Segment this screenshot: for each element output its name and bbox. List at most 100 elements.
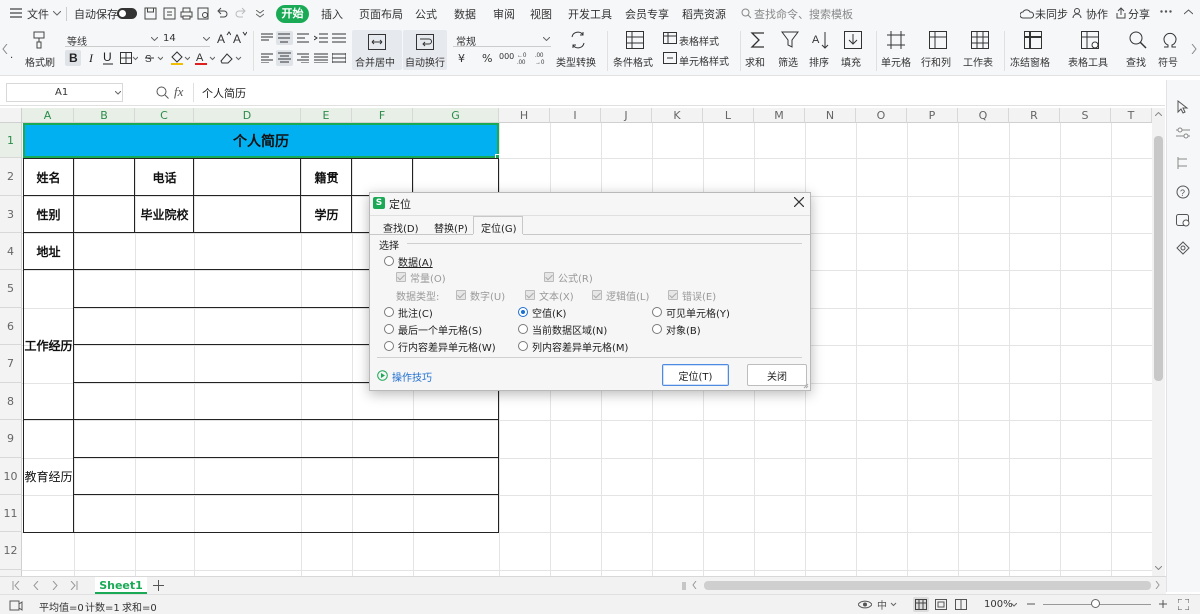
font-size-select[interactable]: 14	[160, 31, 210, 47]
column-header[interactable]: H	[499, 108, 550, 123]
next-sheet-icon[interactable]	[52, 581, 58, 590]
select-all-corner[interactable]	[0, 108, 22, 123]
play-tips-icon[interactable]	[377, 370, 388, 381]
collapse-ribbon-icon[interactable]	[1184, 9, 1193, 15]
radio-visible-cells[interactable]	[652, 307, 662, 317]
tab-view[interactable]: 视图	[530, 6, 552, 22]
conditional-format-icon[interactable]	[626, 31, 644, 49]
column-header[interactable]: M	[754, 108, 805, 123]
radio-col-diff-label[interactable]: 列内容差异单元格(M)	[532, 339, 628, 354]
name-box[interactable]: A1	[6, 83, 123, 102]
fill-button[interactable]: 填充	[841, 54, 861, 69]
scroll-up-icon[interactable]	[1155, 112, 1162, 116]
table-tools-icon[interactable]	[1081, 31, 1099, 49]
sum-icon[interactable]	[749, 31, 767, 49]
currency-button[interactable]: ¥	[458, 52, 465, 65]
tab-home[interactable]: 开始	[276, 5, 309, 23]
tips-link[interactable]: 操作技巧	[392, 369, 432, 384]
radio-row-diff[interactable]	[384, 341, 394, 351]
row-header[interactable]: 12	[0, 532, 22, 570]
justify-icon[interactable]	[314, 53, 328, 63]
image-tool-icon[interactable]	[1176, 213, 1190, 227]
horizontal-scrollbar-thumb[interactable]	[704, 581, 1151, 590]
zoom-slider-thumb[interactable]	[1091, 599, 1100, 608]
vertical-scrollbar[interactable]	[1152, 108, 1165, 576]
column-header[interactable]: Q	[958, 108, 1009, 123]
check-error[interactable]	[668, 290, 678, 300]
column-header[interactable]: N	[805, 108, 856, 123]
border-icon[interactable]	[120, 52, 138, 64]
align-top-icon[interactable]	[261, 33, 273, 43]
font-name-select[interactable]: 等线	[65, 31, 159, 48]
column-header[interactable]: K	[652, 108, 703, 123]
radio-objects-label[interactable]: 对象(B)	[666, 322, 701, 337]
first-sheet-icon[interactable]	[12, 581, 20, 590]
location-icon[interactable]	[1176, 241, 1190, 255]
tab-docer[interactable]: 稻壳资源	[682, 6, 726, 22]
prev-sheet-icon[interactable]	[33, 581, 39, 590]
cell-style-icon[interactable]	[663, 52, 677, 64]
check-constant[interactable]	[396, 272, 406, 282]
column-header[interactable]: F	[352, 108, 413, 123]
hamburger-icon[interactable]	[10, 8, 22, 18]
underline-button[interactable]: U	[102, 50, 114, 66]
macro-record-icon[interactable]	[9, 598, 23, 611]
sheet-tab[interactable]: Sheet1	[95, 577, 147, 594]
undo-icon[interactable]	[216, 7, 228, 19]
tab-member[interactable]: 会员专享	[625, 6, 669, 22]
check-logical-label[interactable]: 逻辑值(L)	[606, 288, 649, 303]
column-header[interactable]: O	[856, 108, 907, 123]
file-menu[interactable]: 文件	[27, 6, 49, 22]
row-header[interactable]: 7	[0, 345, 22, 383]
italic-button[interactable]: I	[86, 50, 98, 66]
redo-icon[interactable]	[235, 7, 247, 19]
last-sheet-icon[interactable]	[70, 581, 78, 590]
row-header[interactable]: 1	[0, 123, 22, 158]
select-pointer-icon[interactable]	[1177, 100, 1189, 114]
adjust-icon[interactable]	[1176, 127, 1190, 139]
indent-icon[interactable]	[314, 33, 328, 43]
column-header[interactable]: B	[74, 108, 135, 123]
wrap-text-button[interactable]: 自动换行	[403, 30, 447, 70]
radio-data-label[interactable]: 数据(A)	[398, 254, 433, 269]
conditional-format-button[interactable]: 条件格式	[613, 54, 653, 69]
column-header[interactable]: D	[194, 108, 301, 123]
table-style-button[interactable]: 表格样式	[679, 33, 719, 48]
radio-data[interactable]	[384, 256, 394, 266]
align-left-icon[interactable]	[261, 53, 273, 63]
function-icon[interactable]: fx	[174, 84, 188, 100]
sync-status[interactable]: 未同步	[1035, 6, 1068, 22]
column-header[interactable]: J	[601, 108, 652, 123]
tab-replace[interactable]: 替换(P)	[434, 220, 468, 235]
tab-splitter-icon[interactable]	[682, 582, 686, 590]
dialog-close-button[interactable]: 关闭	[747, 364, 807, 386]
zoom-out-icon[interactable]	[1026, 599, 1036, 609]
scroll-right-icon[interactable]	[1155, 581, 1160, 589]
strikethrough-icon[interactable]: S	[145, 52, 163, 64]
column-header[interactable]: R	[1009, 108, 1060, 123]
bold-button[interactable]: B	[65, 50, 81, 66]
column-header[interactable]: T	[1111, 108, 1152, 123]
fill-icon[interactable]	[844, 31, 862, 49]
row-header[interactable]: 5	[0, 270, 22, 308]
goto-ok-button[interactable]: 定位(T)	[662, 364, 729, 386]
cells-button[interactable]: 单元格	[881, 54, 911, 69]
merge-center-button[interactable]: 合并居中	[352, 30, 402, 70]
export-pdf-icon[interactable]	[163, 7, 176, 20]
font-color-icon[interactable]: A	[195, 51, 215, 65]
print-preview-icon[interactable]	[197, 7, 210, 20]
column-header[interactable]: S	[1060, 108, 1111, 123]
chevron-down-icon[interactable]	[53, 11, 61, 16]
fullscreen-icon[interactable]	[1178, 599, 1189, 610]
share-button[interactable]: 分享	[1128, 6, 1150, 22]
input-language-icon[interactable]: 中	[877, 599, 897, 610]
worksheet-icon[interactable]	[971, 31, 989, 49]
format-painter-icon[interactable]	[30, 31, 48, 49]
check-formula[interactable]	[544, 272, 554, 282]
row-header[interactable]: 10	[0, 458, 22, 495]
decrease-decimal-icon[interactable]: .00 →0	[535, 51, 549, 65]
radio-blank-label[interactable]: 空值(K)	[532, 305, 566, 320]
table-tools-button[interactable]: 表格工具	[1068, 54, 1108, 69]
orientation-icon[interactable]	[332, 33, 346, 43]
row-col-button[interactable]: 行和列	[921, 54, 951, 69]
